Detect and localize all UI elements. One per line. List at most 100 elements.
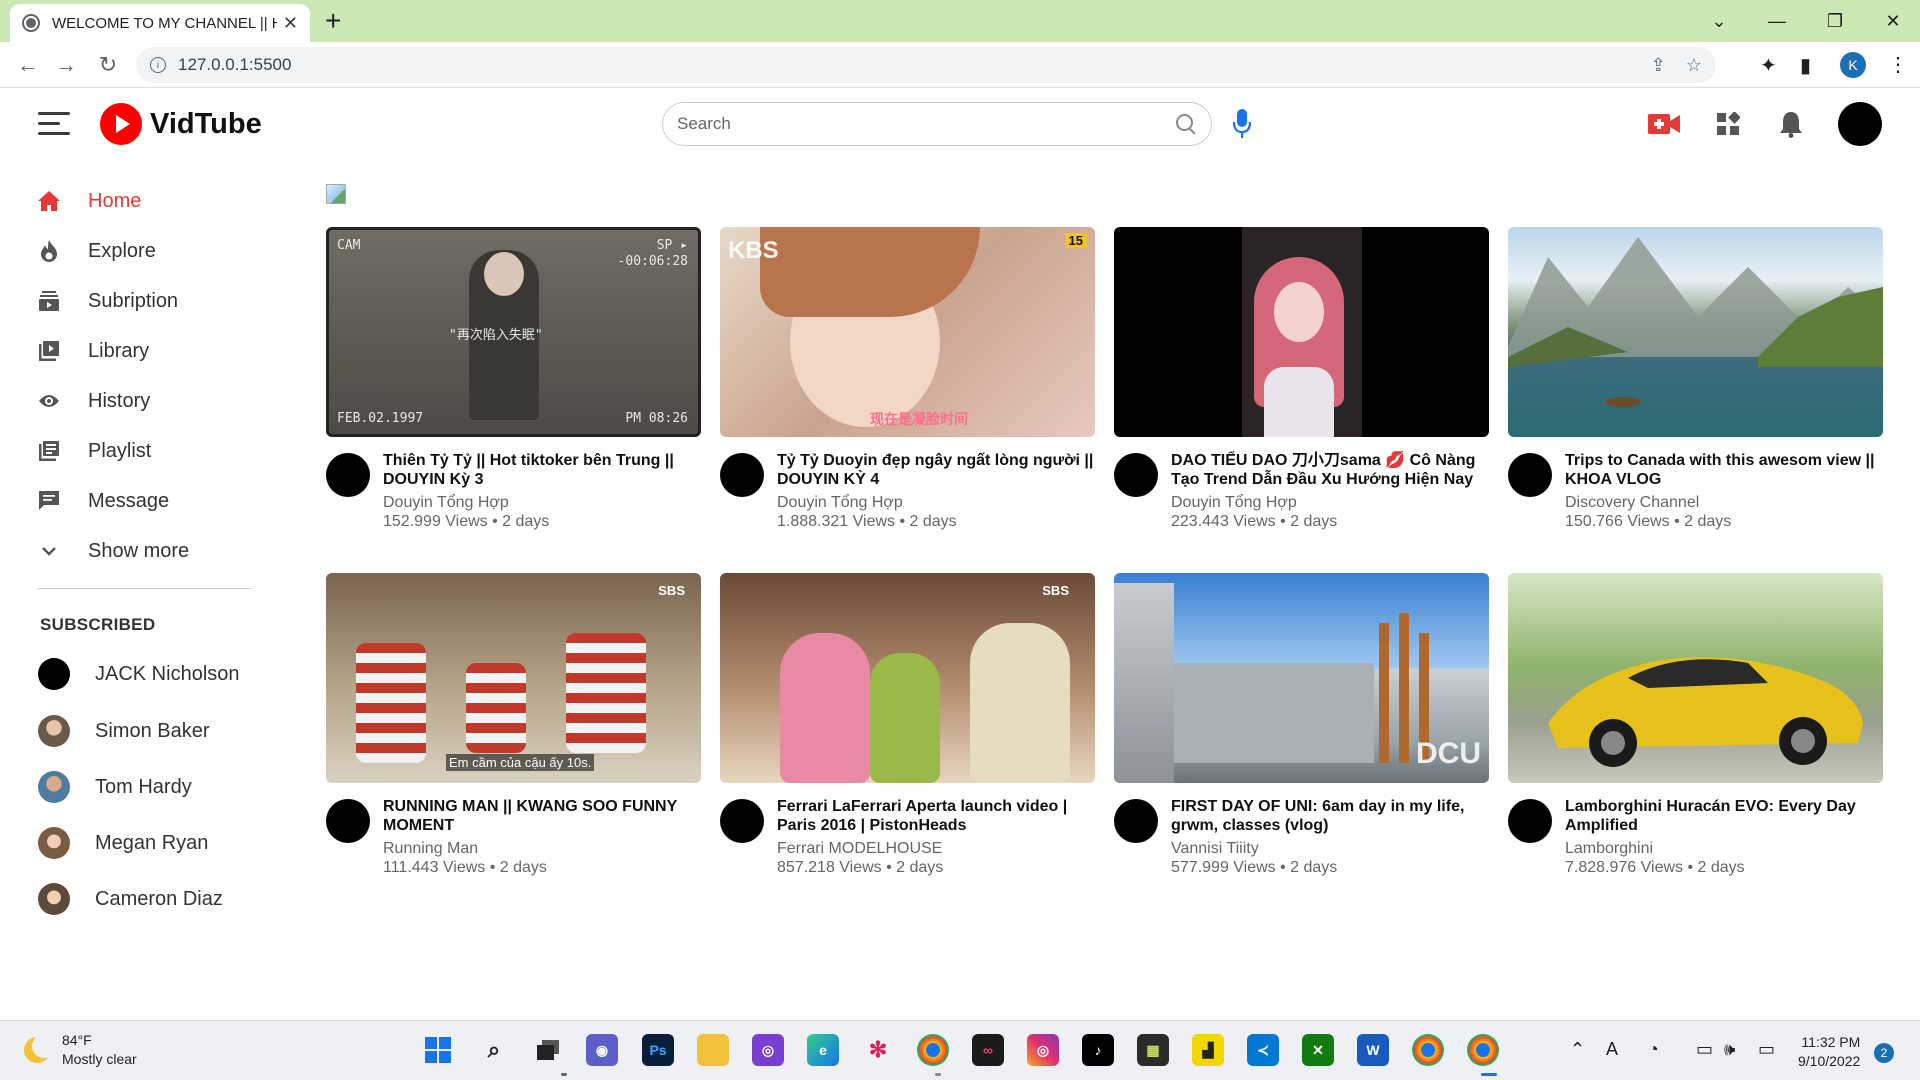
side-panel-icon[interactable]: ▮ — [1800, 53, 1811, 78]
sidebar-item-history[interactable]: History — [36, 381, 256, 421]
video-thumbnail[interactable]: SBS Em cầm của cậu ấy 10s. — [326, 573, 701, 783]
subscription-item[interactable]: Simon Baker — [38, 711, 258, 751]
apps-grid-icon[interactable] — [1712, 108, 1744, 140]
channel-avatar[interactable] — [1508, 799, 1552, 843]
sidebar-item-library[interactable]: Library — [36, 331, 256, 371]
chrome-profile-icon[interactable] — [1467, 1034, 1499, 1066]
video-thumbnail[interactable]: KBS 15 现在是凝脸时间 — [720, 227, 1095, 437]
profile-avatar[interactable]: K — [1840, 52, 1866, 78]
tiktok-icon[interactable]: ♪ — [1082, 1034, 1114, 1066]
back-icon[interactable]: ← — [14, 51, 42, 79]
channel-name[interactable]: Ferrari MODELHOUSE — [777, 840, 1095, 858]
video-card[interactable]: SBS Ferrari LaFerrari Aperta launch vide… — [720, 573, 1095, 877]
video-thumbnail[interactable]: DCU — [1114, 573, 1489, 783]
close-window-icon[interactable]: ✕ — [1864, 0, 1920, 42]
minimize-icon[interactable]: — — [1748, 0, 1806, 42]
app-icon[interactable]: ◎ — [752, 1034, 784, 1066]
sticky-notes-icon[interactable]: ▟ — [1192, 1034, 1224, 1066]
video-thumbnail[interactable] — [1114, 227, 1489, 437]
sidebar-item-message[interactable]: Message — [36, 481, 256, 521]
network-icon[interactable]: ▭ — [1696, 1039, 1713, 1060]
channel-avatar[interactable] — [1114, 799, 1158, 843]
channel-name[interactable]: Lamborghini — [1565, 840, 1883, 858]
clock-tray-icon[interactable]: ◔ — [1648, 1039, 1659, 1060]
chrome-icon[interactable] — [1412, 1034, 1444, 1066]
video-thumbnail[interactable] — [1508, 573, 1883, 783]
channel-avatar[interactable] — [326, 453, 370, 497]
search-icon[interactable] — [1175, 113, 1197, 135]
video-title[interactable]: Ferrari LaFerrari Aperta launch video | … — [777, 797, 1095, 835]
xbox-icon[interactable]: ✕ — [1302, 1034, 1334, 1066]
site-info-icon[interactable]: i — [150, 57, 166, 73]
channel-name[interactable]: Vannisi Tiiity — [1171, 840, 1489, 858]
logo[interactable]: VidTube — [100, 103, 262, 145]
channel-name[interactable]: Douyin Tổng Hợp — [777, 494, 1095, 512]
channel-avatar[interactable] — [720, 799, 764, 843]
sidebar-item-explore[interactable]: Explore — [36, 231, 256, 271]
video-card[interactable]: DAO TIỂU DAO 刀小刀sama 💋 Cô Nàng Tạo Trend… — [1114, 227, 1489, 531]
sidebar-item-playlist[interactable]: Playlist — [36, 431, 256, 471]
volume-icon[interactable]: 🕪 — [1724, 1039, 1735, 1060]
video-title[interactable]: Thiên Tỷ Tỷ || Hot tiktoker bên Trung ||… — [383, 451, 701, 489]
word-icon[interactable]: W — [1357, 1034, 1389, 1066]
chrome-icon[interactable] — [917, 1034, 949, 1066]
search-taskbar-icon[interactable]: ⌕ — [478, 1034, 510, 1066]
channel-avatar[interactable] — [1114, 453, 1158, 497]
video-card[interactable]: Trips to Canada with this awesom view ||… — [1508, 227, 1883, 531]
task-view-icon[interactable] — [532, 1034, 564, 1066]
video-title[interactable]: FIRST DAY OF UNI: 6am day in my life, gr… — [1171, 797, 1489, 835]
video-thumbnail[interactable]: SBS — [720, 573, 1095, 783]
bookmark-star-icon[interactable]: ☆ — [1686, 55, 1702, 76]
sidebar-item-show-more[interactable]: Show more — [36, 531, 256, 571]
notification-badge[interactable]: 2 — [1874, 1043, 1894, 1063]
video-title[interactable]: RUNNING MAN || KWANG SOO FUNNY MOMENT — [383, 797, 701, 835]
video-card[interactable]: DCU FIRST DAY OF UNI: 6am day in my life… — [1114, 573, 1489, 877]
new-tab-button[interactable]: + — [325, 6, 341, 36]
video-title[interactable]: Lamborghini Huracán EVO: Every Day Ampli… — [1565, 797, 1883, 835]
forward-icon[interactable]: → — [52, 51, 80, 79]
file-explorer-icon[interactable] — [697, 1034, 729, 1066]
instagram-icon[interactable]: ◎ — [1027, 1034, 1059, 1066]
user-avatar[interactable] — [1838, 102, 1882, 146]
browser-menu-icon[interactable]: ⋮ — [1888, 52, 1908, 77]
subscription-item[interactable]: Megan Ryan — [38, 823, 258, 863]
chevron-up-icon[interactable]: ⌃ — [1570, 1039, 1585, 1060]
search-input[interactable] — [677, 114, 1175, 134]
windows-start-icon[interactable] — [422, 1034, 454, 1066]
vscode-icon[interactable]: ≺ — [1247, 1034, 1279, 1066]
subscription-item[interactable]: JACK Nicholson — [38, 654, 258, 694]
video-card[interactable]: KBS 15 现在是凝脸时间 Tỷ Tỷ Duoyin đẹp ngây ngấ… — [720, 227, 1095, 531]
channel-avatar[interactable] — [1508, 453, 1552, 497]
system-clock[interactable]: 11:32 PM 9/10/2022 — [1798, 1033, 1860, 1071]
sidebar-item-subscriptions[interactable]: Subription — [36, 281, 256, 321]
microphone-icon[interactable] — [1232, 108, 1252, 140]
channel-name[interactable]: Discovery Channel — [1565, 494, 1883, 512]
creative-cloud-icon[interactable]: ∞ — [972, 1034, 1004, 1066]
subscription-item[interactable]: Tom Hardy — [38, 767, 258, 807]
edge-icon[interactable]: e — [807, 1034, 839, 1066]
close-tab-icon[interactable]: ✕ — [283, 13, 298, 34]
extensions-icon[interactable]: ✦ — [1760, 53, 1777, 78]
language-icon[interactable]: A — [1606, 1039, 1618, 1060]
channel-name[interactable]: Running Man — [383, 840, 701, 858]
video-thumbnail[interactable] — [1508, 227, 1883, 437]
subscription-item[interactable]: Cameron Diaz — [38, 879, 258, 919]
slack-icon[interactable]: ✻ — [862, 1034, 894, 1066]
terminal-icon[interactable]: ▦ — [1137, 1034, 1169, 1066]
reload-icon[interactable]: ↻ — [94, 51, 122, 79]
channel-name[interactable]: Douyin Tổng Hợp — [1171, 494, 1489, 512]
browser-tab[interactable]: WELCOME TO MY CHANNEL || H ✕ — [10, 4, 310, 42]
share-icon[interactable]: ⇪ — [1651, 55, 1666, 76]
video-title[interactable]: Trips to Canada with this awesom view ||… — [1565, 451, 1883, 489]
video-title[interactable]: DAO TIỂU DAO 刀小刀sama 💋 Cô Nàng Tạo Trend… — [1171, 451, 1489, 489]
maximize-icon[interactable]: ❐ — [1806, 0, 1864, 42]
video-title[interactable]: Tỷ Tỷ Duoyin đẹp ngây ngất lòng người ||… — [777, 451, 1095, 489]
channel-name[interactable]: Douyin Tổng Hợp — [383, 494, 701, 512]
teams-chat-icon[interactable]: ◉ — [586, 1034, 618, 1066]
video-card[interactable]: Lamborghini Huracán EVO: Every Day Ampli… — [1508, 573, 1883, 877]
notification-bell-icon[interactable] — [1775, 108, 1807, 140]
weather-widget[interactable]: 84°F Mostly clear — [24, 1031, 137, 1069]
create-video-icon[interactable] — [1648, 108, 1680, 140]
photoshop-icon[interactable]: Ps — [642, 1034, 674, 1066]
battery-icon[interactable]: ▭ — [1758, 1039, 1775, 1060]
